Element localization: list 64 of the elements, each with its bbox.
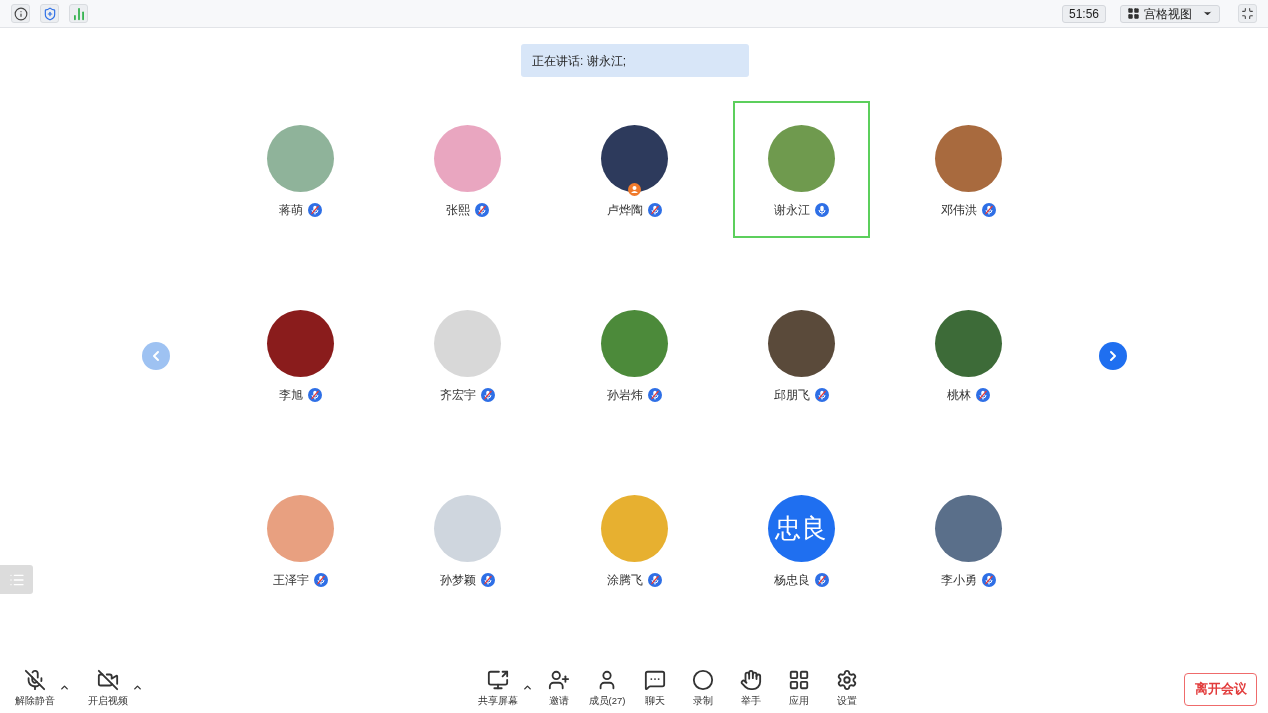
- participant-tile[interactable]: 谢永江: [732, 101, 870, 238]
- toolbar-button[interactable]: 开启视频: [84, 669, 132, 709]
- participant-name: 谢永江: [773, 202, 810, 219]
- toolbar-button[interactable]: 邀请: [536, 669, 581, 709]
- participant-tile[interactable]: 卢烨陶: [565, 101, 703, 238]
- participant-tile[interactable]: 张熙: [398, 101, 536, 238]
- share-screen-icon: [486, 669, 509, 692]
- leave-meeting-button[interactable]: 离开会议: [1184, 672, 1257, 706]
- toolbar-button[interactable]: 举手: [729, 669, 774, 709]
- avatar: 忠良: [767, 495, 835, 562]
- info-icon: [13, 6, 28, 21]
- hand-icon: [740, 669, 763, 692]
- view-dropdown[interactable]: 宫格视图: [1120, 4, 1220, 23]
- toolbar-button[interactable]: 录制: [681, 669, 726, 709]
- participant-name: 桃林: [946, 387, 971, 404]
- toolbar-button[interactable]: 应用: [777, 669, 822, 709]
- video-off-icon: [97, 669, 119, 692]
- participant-tile[interactable]: 桃林: [899, 286, 1037, 423]
- chat-icon: [644, 669, 667, 692]
- participant-tile[interactable]: 李旭: [231, 286, 369, 423]
- signal-icon: [71, 6, 86, 21]
- participant-tile[interactable]: 王泽宇: [231, 471, 369, 608]
- toolbar-button[interactable]: 共享屏幕: [473, 669, 522, 709]
- exit-fullscreen-icon: [1241, 7, 1254, 20]
- security-button[interactable]: [40, 4, 59, 23]
- participant-tile[interactable]: 邱朋飞: [732, 286, 870, 423]
- participant-name: 杨忠良: [773, 572, 810, 589]
- meeting-timer: 51:56: [1061, 4, 1106, 23]
- participant-name: 张熙: [445, 202, 470, 219]
- toolbar-button[interactable]: 聊天: [633, 669, 678, 709]
- record-icon: [692, 669, 715, 692]
- settings-icon: [836, 669, 859, 692]
- info-button[interactable]: [11, 4, 30, 23]
- next-page-button[interactable]: [1098, 342, 1127, 370]
- shield-icon: [42, 6, 57, 21]
- toolbar-button[interactable]: 解除静音: [11, 669, 59, 709]
- add-person-icon: [547, 669, 570, 692]
- participant-name: 邱朋飞: [773, 387, 810, 404]
- participant-tile[interactable]: 蒋萌: [231, 101, 369, 238]
- grid-icon: [1127, 7, 1140, 20]
- exit-fullscreen-button[interactable]: [1238, 4, 1257, 23]
- participant-name: 齐宏宇: [439, 387, 476, 404]
- participant-name: 孙梦颖: [439, 572, 476, 589]
- participant-name: 邓伟洪: [940, 202, 977, 219]
- participant-name: 孙岩炜: [606, 387, 643, 404]
- participant-tile[interactable]: 孙岩炜: [565, 286, 703, 423]
- participant-name: 王泽宇: [272, 572, 309, 589]
- apps-icon: [788, 669, 811, 692]
- participant-tile[interactable]: 李小勇: [899, 471, 1037, 608]
- participant-name: 蒋萌: [278, 202, 303, 219]
- participant-tile[interactable]: 孙梦颖: [398, 471, 536, 608]
- participant-tile[interactable]: 邓伟洪: [899, 101, 1037, 238]
- toolbar-button[interactable]: 设置: [825, 669, 870, 709]
- participant-tile[interactable]: 涂腾飞: [565, 471, 703, 608]
- participant-name: 卢烨陶: [606, 202, 643, 219]
- participant-tile[interactable]: 忠良 杨忠良: [732, 471, 870, 608]
- speaker-banner: 正在讲话: 谢永江;: [521, 44, 749, 77]
- toolbar-button[interactable]: 成员(27): [584, 669, 630, 709]
- participant-name: 李旭: [278, 387, 303, 404]
- list-toggle-button[interactable]: [0, 565, 33, 594]
- muted-mic-icon: [24, 669, 46, 692]
- participant-name: 李小勇: [940, 572, 977, 589]
- participant-tile[interactable]: 齐宏宇: [398, 286, 536, 423]
- participant-name: 涂腾飞: [606, 572, 643, 589]
